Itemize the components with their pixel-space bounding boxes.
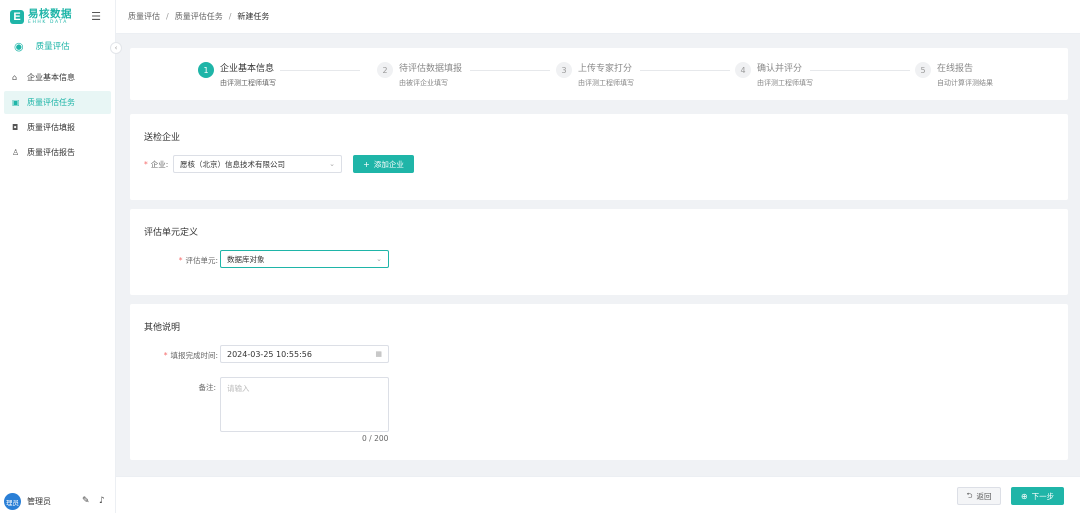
step-3: 3 上传专家打分 由评测工程师填写 [556,62,634,88]
sidebar-item-assessment-report[interactable]: ♙ 质量评估报告 [4,141,111,164]
breadcrumb-separator: / [228,12,232,21]
char-counter: 0 / 200 [362,434,389,443]
chevron-down-icon: ⌄ [329,160,335,168]
back-label: 返回 [976,491,992,501]
next-button[interactable]: ⊕ 下一步 [1011,487,1064,505]
section-title: 评估单元定义 [144,228,199,238]
step-desc: 由评测工程师填写 [220,79,276,87]
completion-time-label: * 填报完成时间: [163,351,218,360]
avatar: 理员 [4,493,21,510]
menu-toggle-icon[interactable]: ☰ [88,9,104,23]
step-title: 上传专家打分 [578,64,633,74]
breadcrumb-current: 新建任务 [237,12,270,21]
step-connector [470,70,550,71]
unit-section: 评估单元定义 * 评估单元: 数据库对象 ⌄ [130,209,1068,295]
user-name: 管理员 [27,497,51,506]
unit-label: * 评估单元: [178,256,218,265]
step-number: 3 [556,62,572,78]
logo-e-icon: E [10,10,24,24]
sidebar-item-label: 企业基本信息 [27,73,75,82]
step-connector [810,70,910,71]
step-4: 4 确认并评分 由评测工程师填写 [735,62,813,88]
collapse-sidebar-icon[interactable]: ‹ [110,42,122,54]
step-number: 2 [377,62,393,78]
bell-icon[interactable]: ♪ [99,496,105,506]
breadcrumb-separator: / [166,12,169,21]
step-1: 1 企业基本信息 由评测工程师填写 [198,62,276,88]
sidebar-item-label: 质量评估填报 [27,123,75,132]
breadcrumb-item[interactable]: 质量评估 [128,11,160,22]
step-title: 企业基本信息 [220,64,275,74]
sidebar-item-assessment-fill[interactable]: ◘ 质量评估填报 [4,116,111,139]
brand-name-en: EHHK DATA [28,19,68,25]
note-textarea[interactable]: 请输入 [220,377,389,432]
unit-select[interactable]: 数据库对象 ⌄ [220,250,389,268]
back-button[interactable]: ⮌ 返回 [957,487,1001,505]
sidebar-item-label: 质量评估报告 [27,148,75,157]
chat-icon: ◘ [12,123,19,132]
footer-bar: ⮌ 返回 ⊕ 下一步 [116,476,1080,513]
sidebar: E 易核数据 EHHK DATA ☰ ◉ 质量评估 ⌂ 企业基本信息 ▣ 质量评… [0,0,116,513]
user-report-icon: ♙ [12,148,20,157]
sidebar-item-company-info[interactable]: ⌂ 企业基本信息 [4,66,111,89]
module-header[interactable]: ◉ 质量评估 [0,34,116,58]
edit-icon[interactable]: ✎ [82,496,90,506]
step-desc: 由被评企业填写 [399,79,448,87]
required-mark: * [144,160,148,169]
company-section: 送检企业 * 企业: 愿核（北京）信息技术有限公司 ⌄ + 添加企业 [130,114,1068,200]
note-label: 备注: [198,383,216,392]
step-2: 2 待评估数据填报 由被评企业填写 [377,62,462,88]
company-select[interactable]: 愿核（北京）信息技术有限公司 ⌄ [173,155,342,173]
required-mark: * [163,351,168,360]
breadcrumb-item[interactable]: 质量评估任务 [175,11,223,22]
company-select-value: 愿核（北京）信息技术有限公司 [180,159,285,169]
step-desc: 由评测工程师填写 [757,79,813,87]
sidebar-item-label: 质量评估任务 [27,98,75,107]
breadcrumb: 质量评估 / 质量评估任务 / 新建任务 [116,0,1080,34]
user-profile[interactable]: 理员 管理员 [4,493,51,510]
sidebar-item-assessment-task[interactable]: ▣ 质量评估任务 [4,91,111,114]
step-number: 5 [915,62,931,78]
step-desc: 自动计算评测结果 [937,79,993,87]
completion-time-input[interactable]: 2024-03-25 10:55:56 ▦ [220,345,389,363]
step-title: 在线报告 [937,64,974,74]
note-placeholder: 请输入 [227,384,250,393]
chevron-down-icon: ⌄ [376,255,382,263]
steps-panel: 1 企业基本信息 由评测工程师填写 2 待评估数据填报 由被评企业填写 3 上传… [130,48,1068,100]
module-title: 质量评估 [35,42,70,52]
sidebar-nav: ⌂ 企业基本信息 ▣ 质量评估任务 ◘ 质量评估填报 ♙ 质量评估报告 [4,66,111,166]
brand-logo[interactable]: E 易核数据 EHHK DATA [10,8,72,26]
plus-icon: + [363,159,370,169]
task-icon: ▣ [12,98,20,107]
step-desc: 由评测工程师填写 [578,79,634,87]
unit-select-value: 数据库对象 [227,254,265,264]
step-number: 4 [735,62,751,78]
next-label: 下一步 [1031,491,1055,501]
completion-time-value: 2024-03-25 10:55:56 [227,349,312,359]
module-icon: ◉ [14,39,24,53]
step-5: 5 在线报告 自动计算评测结果 [915,62,993,88]
building-icon: ⌂ [12,73,18,82]
next-icon: ⊕ [1020,491,1028,501]
step-title: 确认并评分 [757,64,803,74]
step-connector [280,70,360,71]
back-icon: ⮌ [966,490,973,500]
step-number: 1 [198,62,214,78]
company-label: * 企业: [144,160,169,169]
step-title: 待评估数据填报 [399,64,463,74]
add-company-button[interactable]: + 添加企业 [353,155,414,173]
section-title: 送检企业 [144,133,181,143]
required-mark: * [178,256,183,265]
section-title: 其他说明 [144,323,181,333]
step-connector [640,70,730,71]
add-company-label: 添加企业 [373,159,404,169]
other-section: 其他说明 * 填报完成时间: 2024-03-25 10:55:56 ▦ 备注: … [130,304,1068,460]
brand-name-cn: 易核数据 [28,8,72,20]
calendar-icon: ▦ [375,350,382,358]
